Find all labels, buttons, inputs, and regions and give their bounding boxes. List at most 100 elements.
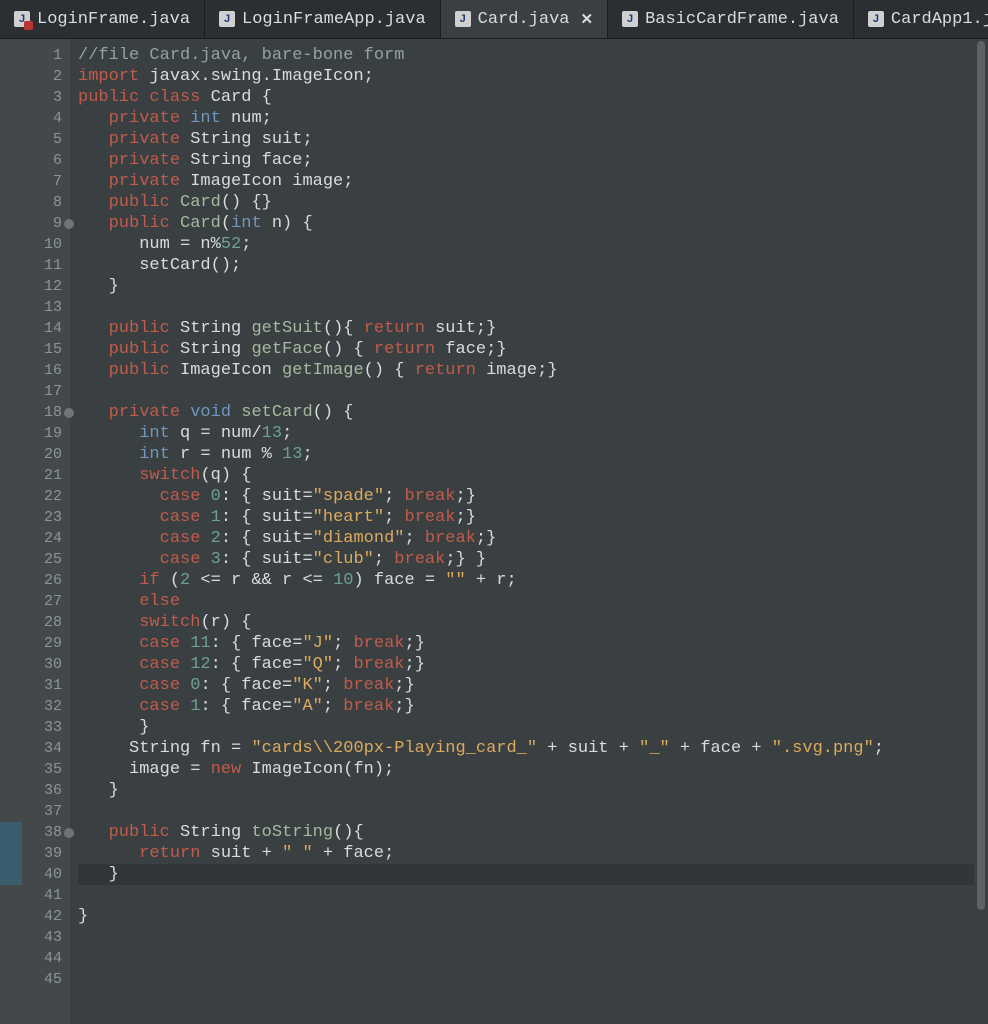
fold-marker-icon[interactable]: [64, 408, 74, 418]
line-number[interactable]: 24: [0, 528, 70, 549]
line-number[interactable]: 36: [0, 780, 70, 801]
line-number[interactable]: 10: [0, 234, 70, 255]
line-number[interactable]: 42: [0, 906, 70, 927]
code-line[interactable]: }: [78, 780, 974, 801]
tab-cardapp1-java[interactable]: JCardApp1.java: [854, 0, 988, 38]
line-number[interactable]: 43: [0, 927, 70, 948]
code-line[interactable]: int r = num % 13;: [78, 444, 974, 465]
code-line[interactable]: case 2: { suit="diamond"; break;}: [78, 528, 974, 549]
tab-loginframe-java[interactable]: JLoginFrame.java: [0, 0, 205, 38]
code-line[interactable]: case 3: { suit="club"; break;} }: [78, 549, 974, 570]
code-line[interactable]: setCard();: [78, 255, 974, 276]
code-line[interactable]: [78, 801, 974, 822]
tab-loginframeapp-java[interactable]: JLoginFrameApp.java: [205, 0, 441, 38]
line-number[interactable]: 20: [0, 444, 70, 465]
line-number[interactable]: 21: [0, 465, 70, 486]
code-line[interactable]: case 1: { suit="heart"; break;}: [78, 507, 974, 528]
line-number[interactable]: 12: [0, 276, 70, 297]
line-number[interactable]: 40: [0, 864, 70, 885]
line-number[interactable]: 18: [0, 402, 70, 423]
code-line[interactable]: [78, 885, 974, 906]
code-line[interactable]: }: [78, 864, 974, 885]
code-line[interactable]: public String toString(){: [78, 822, 974, 843]
code-line[interactable]: switch(r) {: [78, 612, 974, 633]
line-number[interactable]: 45: [0, 969, 70, 990]
code-line[interactable]: [78, 969, 974, 990]
line-number[interactable]: 37: [0, 801, 70, 822]
code-line[interactable]: public Card() {}: [78, 192, 974, 213]
line-number[interactable]: 17: [0, 381, 70, 402]
line-number[interactable]: 35: [0, 759, 70, 780]
close-icon[interactable]: ✕: [577, 10, 594, 29]
line-number[interactable]: 13: [0, 297, 70, 318]
line-number[interactable]: 4: [0, 108, 70, 129]
line-number[interactable]: 27: [0, 591, 70, 612]
line-number[interactable]: 11: [0, 255, 70, 276]
code-line[interactable]: case 0: { face="K"; break;}: [78, 675, 974, 696]
line-number[interactable]: 26: [0, 570, 70, 591]
line-number[interactable]: 31: [0, 675, 70, 696]
line-number[interactable]: 9: [0, 213, 70, 234]
code-line[interactable]: return suit + " " + face;: [78, 843, 974, 864]
line-number[interactable]: 19: [0, 423, 70, 444]
code-line[interactable]: private String suit;: [78, 129, 974, 150]
line-number[interactable]: 44: [0, 948, 70, 969]
code-line[interactable]: [78, 948, 974, 969]
line-number[interactable]: 23: [0, 507, 70, 528]
line-number[interactable]: 25: [0, 549, 70, 570]
vertical-scrollbar[interactable]: [974, 39, 988, 1024]
code-line[interactable]: }: [78, 717, 974, 738]
fold-marker-icon[interactable]: [64, 219, 74, 229]
code-line[interactable]: }: [78, 276, 974, 297]
code-line[interactable]: public Card(int n) {: [78, 213, 974, 234]
code-line[interactable]: //file Card.java, bare-bone form: [78, 45, 974, 66]
code-line[interactable]: private int num;: [78, 108, 974, 129]
line-number[interactable]: 8: [0, 192, 70, 213]
code-line[interactable]: private ImageIcon image;: [78, 171, 974, 192]
fold-marker-icon[interactable]: [64, 828, 74, 838]
line-number[interactable]: 14: [0, 318, 70, 339]
line-number[interactable]: 29: [0, 633, 70, 654]
line-number[interactable]: 6: [0, 150, 70, 171]
code-line[interactable]: public String getSuit(){ return suit;}: [78, 318, 974, 339]
line-number[interactable]: 7: [0, 171, 70, 192]
code-line[interactable]: [78, 381, 974, 402]
line-number[interactable]: 16: [0, 360, 70, 381]
line-number[interactable]: 1: [0, 45, 70, 66]
code-line[interactable]: private void setCard() {: [78, 402, 974, 423]
line-number[interactable]: 3: [0, 87, 70, 108]
tab-card-java[interactable]: JCard.java✕: [441, 0, 608, 38]
line-number[interactable]: 15: [0, 339, 70, 360]
code-line[interactable]: case 0: { suit="spade"; break;}: [78, 486, 974, 507]
line-number[interactable]: 22: [0, 486, 70, 507]
line-number[interactable]: 33: [0, 717, 70, 738]
line-number[interactable]: 5: [0, 129, 70, 150]
code-line[interactable]: }: [78, 906, 974, 927]
line-number[interactable]: 39: [0, 843, 70, 864]
code-line[interactable]: public ImageIcon getImage() { return ima…: [78, 360, 974, 381]
code-line[interactable]: private String face;: [78, 150, 974, 171]
line-number[interactable]: 38: [0, 822, 70, 843]
code-line[interactable]: String fn = "cards\\200px-Playing_card_"…: [78, 738, 974, 759]
code-line[interactable]: case 1: { face="A"; break;}: [78, 696, 974, 717]
line-number[interactable]: 41: [0, 885, 70, 906]
code-line[interactable]: int q = num/13;: [78, 423, 974, 444]
code-line[interactable]: case 11: { face="J"; break;}: [78, 633, 974, 654]
code-line[interactable]: public String getFace() { return face;}: [78, 339, 974, 360]
code-line[interactable]: image = new ImageIcon(fn);: [78, 759, 974, 780]
code-line[interactable]: switch(q) {: [78, 465, 974, 486]
code-line[interactable]: [78, 927, 974, 948]
code-line[interactable]: import javax.swing.ImageIcon;: [78, 66, 974, 87]
line-number[interactable]: 30: [0, 654, 70, 675]
tab-basiccardframe-java[interactable]: JBasicCardFrame.java: [608, 0, 854, 38]
code-line[interactable]: [78, 297, 974, 318]
code-area[interactable]: //file Card.java, bare-bone formimport j…: [70, 39, 974, 1024]
code-line[interactable]: else: [78, 591, 974, 612]
code-line[interactable]: case 12: { face="Q"; break;}: [78, 654, 974, 675]
scrollbar-thumb[interactable]: [977, 41, 985, 910]
line-number[interactable]: 34: [0, 738, 70, 759]
code-line[interactable]: public class Card {: [78, 87, 974, 108]
line-number[interactable]: 2: [0, 66, 70, 87]
line-number[interactable]: 32: [0, 696, 70, 717]
code-line[interactable]: if (2 <= r && r <= 10) face = "" + r;: [78, 570, 974, 591]
